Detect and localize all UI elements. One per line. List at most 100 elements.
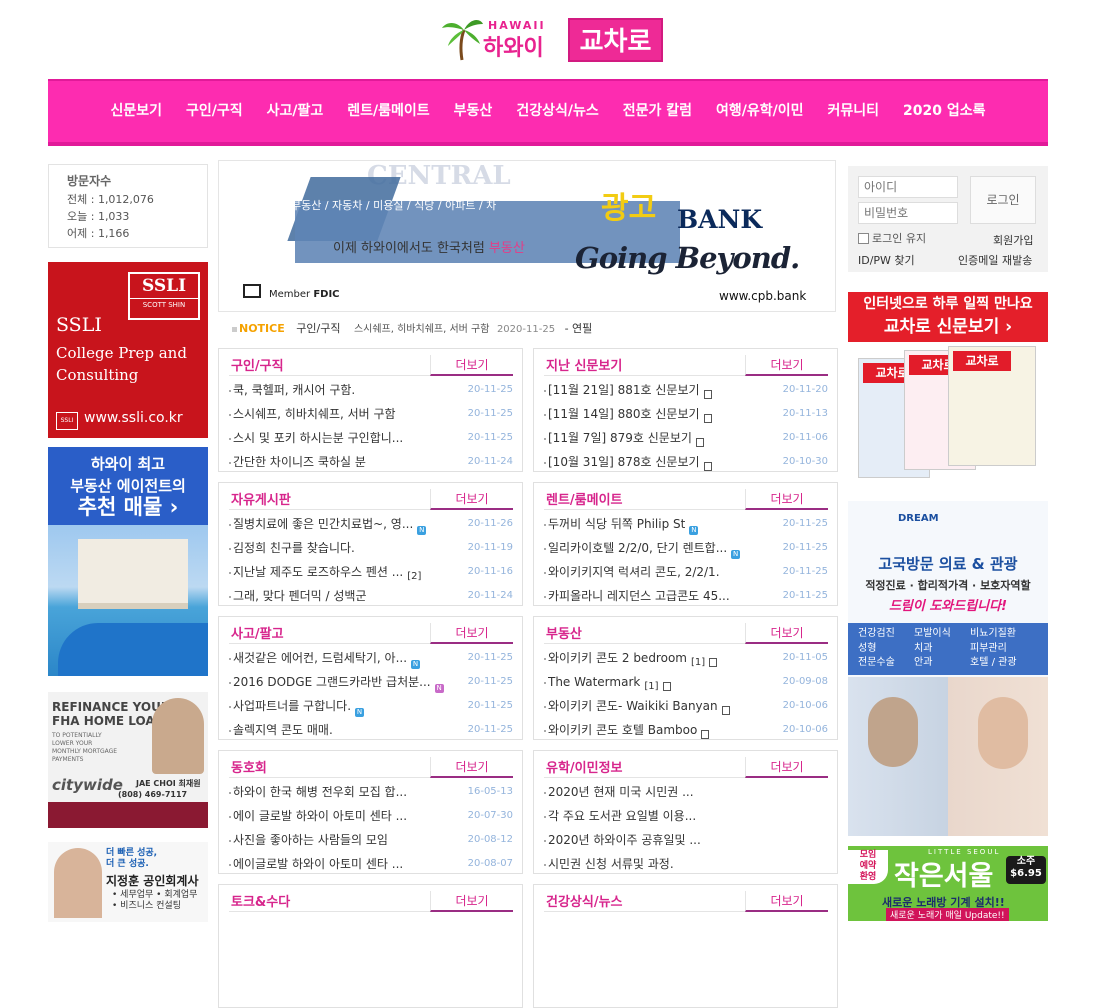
newspaper-ad-banner[interactable]: 인터넷으로 하루 일찍 만나요 교차로 신문보기 › 교차로 교차로 교차로 — [848, 292, 1048, 490]
board-post[interactable]: 사업파트너를 구합니다. N 20-11-25 — [229, 697, 519, 721]
post-date: 20-10-30 — [782, 456, 828, 467]
ssli-tagline-2: Consulting — [56, 366, 139, 384]
board-post[interactable]: 스시쉐프, 히바치쉐프, 서버 구함 20-11-25 — [229, 405, 519, 429]
board-post[interactable]: [11월 7일] 879호 신문보기 20-11-06 — [544, 429, 834, 453]
board-title[interactable]: 동호회 — [231, 757, 267, 776]
board-title[interactable]: 구인/구직 — [231, 355, 284, 374]
board-post[interactable]: 새것같은 에어컨, 드럼세탁기, 아... N 20-11-25 — [229, 649, 519, 673]
board-post[interactable]: 쿡, 쿡헬퍼, 캐시어 구함. 20-11-25 — [229, 381, 519, 405]
nav-item[interactable]: 부동산 — [442, 81, 505, 141]
board-post[interactable]: 질병치료에 좋은 민간치료법~, 영... N 20-11-26 — [229, 515, 519, 539]
nav-item[interactable]: 사고/팔고 — [255, 81, 336, 141]
login-button[interactable]: 로그인 — [970, 176, 1036, 224]
ssli-ad-banner[interactable]: SSLI SCOTT SHIN SSLI College Prep and Co… — [48, 262, 208, 438]
board-title[interactable]: 유학/이민정보 — [546, 757, 623, 776]
board-list: 쿡, 쿡헬퍼, 캐시어 구함. 20-11-25 스시쉐프, 히바치쉐프, 서버 구… — [229, 381, 519, 477]
signup-link[interactable]: 회원가입 — [993, 232, 1033, 248]
board-title[interactable]: 건강상식/뉴스 — [546, 891, 623, 910]
board-more-link[interactable]: 더보기 — [430, 891, 513, 912]
nav-item[interactable]: 커뮤니티 — [816, 81, 892, 141]
nav-item[interactable]: 2020 업소록 — [891, 81, 997, 141]
board-post[interactable]: 시민권 신청 서류및 과정. — [544, 855, 834, 879]
nav-item[interactable]: 건강상식/뉴스 — [504, 81, 610, 141]
board-header: 사고/팔고 더보기 — [229, 623, 513, 644]
id-input[interactable] — [858, 176, 958, 198]
realty-ad-banner[interactable]: 하와이 최고 부동산 에이전트의 추천 매물 › — [48, 447, 208, 676]
board-more-link[interactable]: 더보기 — [745, 891, 828, 912]
board-post[interactable]: 카피올라니 레지던스 고급콘도 45... 20-11-25 — [544, 587, 834, 611]
board-more-link[interactable]: 더보기 — [745, 489, 828, 510]
board-more-link[interactable]: 더보기 — [745, 757, 828, 778]
attachment-icon — [701, 730, 710, 739]
board-post[interactable]: [10월 31일] 878호 신문보기 20-10-30 — [544, 453, 834, 477]
attachment-icon — [662, 682, 671, 691]
board-post[interactable]: 그래, 맞다 펜더믹 / 성백군 20-11-24 — [229, 587, 519, 611]
noraebang-ad-banner[interactable]: 모임 예약 환영 LITTLE SEOUL 작은서울 소주 $6.95 새로운 … — [848, 846, 1048, 921]
dream-service-item: 피부관리 — [970, 642, 1007, 654]
board-post[interactable]: 일리카이호텔 2/2/0, 단기 렌트합... N 20-11-25 — [544, 539, 834, 563]
resend-email-link[interactable]: 인증메일 재발송 — [958, 252, 1032, 268]
newspaper-ad-header: 인터넷으로 하루 일찍 만나요 교차로 신문보기 › — [848, 292, 1048, 342]
board-post[interactable]: 지난날 제주도 로즈하우스 펜션 ... [2] 20-11-16 — [229, 563, 519, 587]
board-post[interactable]: 와이키키 콘도- Waikiki Banyan 20-10-06 — [544, 697, 834, 721]
nav-item[interactable]: 신문보기 — [98, 81, 174, 141]
refinance-ad-banner[interactable]: REFINANCE YOUR FHA HOME LOAN TO POTENTIA… — [48, 692, 208, 828]
nav-item[interactable]: 구인/구직 — [174, 81, 255, 141]
site-logo[interactable]: HAWAII 하와이 교차로 — [440, 16, 665, 66]
bank-ad-banner[interactable]: CENTRAL 부동산 / 자동차 / 미용실 / 식당 / 아파트 / 차 이… — [218, 160, 836, 312]
board-post[interactable]: 간단한 차이니즈 쿡하실 분 20-11-24 — [229, 453, 519, 477]
board-post[interactable]: 두꺼비 식당 뒤쪽 Philip St N 20-11-25 — [544, 515, 834, 539]
keep-login-checkbox[interactable] — [858, 233, 869, 244]
board-title[interactable]: 자유게시판 — [231, 489, 291, 508]
cpa-service-2: • 비즈니스 컨설팅 — [112, 901, 181, 911]
keep-login[interactable]: 로그인 유지 — [858, 230, 926, 246]
notice-bar[interactable]: NOTICE 구인/구직 스시쉐프, 히바치쉐프, 서버 구함 2020-11-… — [232, 320, 832, 338]
password-input[interactable] — [858, 202, 958, 224]
post-date: 20-11-25 — [782, 590, 828, 601]
board-post[interactable]: 각 주요 도서관 요일별 이용... — [544, 807, 834, 831]
post-date: 20-11-16 — [467, 566, 513, 577]
board-post[interactable]: 사진을 좋아하는 사람들의 모임 20-08-12 — [229, 831, 519, 855]
board-post[interactable]: 2020년 현재 미국 시민권 ... — [544, 783, 834, 807]
cpa-ad-banner[interactable]: 더 빠른 성공, 더 큰 성공. 지정훈 공인회계사 • 세무업무 • 회계업무… — [48, 842, 208, 922]
board-title[interactable]: 부동산 — [546, 623, 582, 642]
nav-item[interactable]: 전문가 칼럼 — [611, 81, 704, 141]
board-title[interactable]: 토크&수다 — [231, 891, 290, 910]
board-more-link[interactable]: 더보기 — [430, 489, 513, 510]
nav-item[interactable]: 여행/유학/이민 — [704, 81, 816, 141]
post-date: 20-11-05 — [782, 652, 828, 663]
board-post[interactable]: [11월 21일] 881호 신문보기 20-11-20 — [544, 381, 834, 405]
bank-slogan-a: 이제 하와이에서도 한국처럼 — [333, 241, 489, 256]
board-more-link[interactable]: 더보기 — [745, 623, 828, 644]
board-post[interactable]: 에이 글로발 하와이 아토미 센타 ... 20-07-30 — [229, 807, 519, 831]
board-post[interactable]: The Watermark [1] 20-09-08 — [544, 673, 834, 697]
find-idpw-link[interactable]: ID/PW 찾기 — [858, 252, 915, 268]
board-title[interactable]: 렌트/룸메이트 — [546, 489, 623, 508]
nav-item[interactable]: 렌트/룸메이트 — [335, 81, 441, 141]
post-date: 20-11-24 — [467, 590, 513, 601]
notice-title[interactable]: 스시쉐프, 히바치쉐프, 서버 구함 — [354, 324, 490, 335]
medical-tour-ad-banner[interactable]: DREAM 고국방문 의료 & 관광 적정진료 · 합리적가격 · 보호자역할 … — [848, 501, 1048, 836]
board-more-link[interactable]: 더보기 — [430, 355, 513, 376]
board-more-link[interactable]: 더보기 — [430, 623, 513, 644]
board-post[interactable]: 에이글로발 하와이 아토미 센타 ... 20-08-07 — [229, 855, 519, 879]
board-post[interactable]: 스시 및 포키 하시는분 구인합니... 20-11-25 — [229, 429, 519, 453]
board-post[interactable]: 김정희 친구를 찾습니다. 20-11-19 — [229, 539, 519, 563]
board-post[interactable]: 와이키키 콘도 2 bedroom [1] 20-11-05 — [544, 649, 834, 673]
board-post[interactable]: 2020년 하와이주 공휴일및 ... — [544, 831, 834, 855]
board-title[interactable]: 사고/팔고 — [231, 623, 284, 642]
board-post[interactable]: 솔렉지역 콘도 매매. 20-11-25 — [229, 721, 519, 745]
post-date: 20-11-25 — [782, 518, 828, 529]
board-more-link[interactable]: 더보기 — [745, 355, 828, 376]
dream-service-grid: 건강검진 모발이식 비뇨기질환 성형 치과 피부관리 전문수술 안과 호텔 / 관광 — [848, 623, 1048, 675]
board-post[interactable]: 하와이 한국 해병 전우회 모집 합... 16-05-13 — [229, 783, 519, 807]
refi-subtext: TO POTENTIALLY LOWER YOUR MONTHLY MORTGA… — [52, 732, 118, 763]
board-post[interactable]: [11월 14일] 880호 신문보기 20-11-13 — [544, 405, 834, 429]
board-panel: 부동산 더보기와이키키 콘도 2 bedroom [1] 20-11-05 The Wa… — [533, 616, 838, 740]
board-post[interactable]: 와이키키 콘도 호텔 Bamboo 20-10-06 — [544, 721, 834, 745]
board-post[interactable]: 2016 DODGE 그랜드카라반 급처분... N 20-11-25 — [229, 673, 519, 697]
board-post[interactable]: 와이키키지역 럭셔리 콘도, 2/2/1. 20-11-25 — [544, 563, 834, 587]
post-date: 16-05-13 — [467, 786, 513, 797]
board-more-link[interactable]: 더보기 — [430, 757, 513, 778]
board-title[interactable]: 지난 신문보기 — [546, 355, 622, 374]
